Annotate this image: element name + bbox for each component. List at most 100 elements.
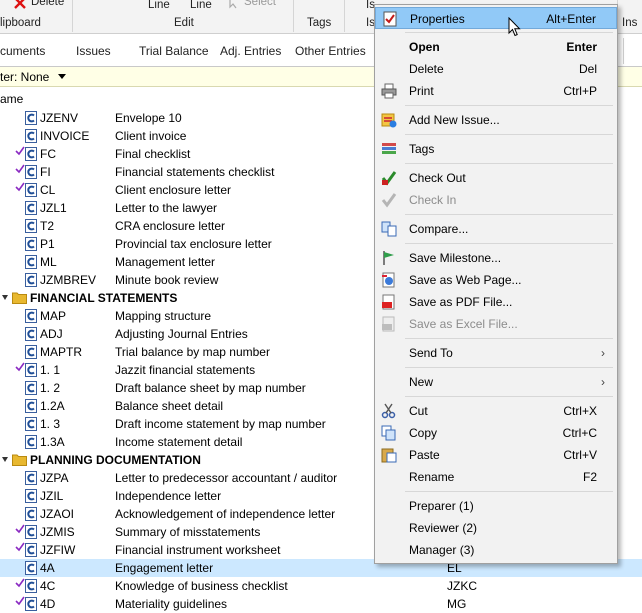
menu-item-cut[interactable]: Cut Ctrl+X <box>375 400 617 422</box>
menu-separator <box>405 243 613 244</box>
mouse-cursor-icon <box>508 17 521 37</box>
document-code: 1.3A <box>40 435 65 449</box>
menu-item-add-new-issue[interactable]: Add New Issue... <box>375 109 617 131</box>
document-icon <box>25 273 37 287</box>
filter-dropdown-icon[interactable] <box>58 74 66 79</box>
collapse-arrow-icon[interactable] <box>1 294 9 302</box>
document-code: JZPA <box>40 471 69 485</box>
scissors-icon <box>381 403 396 419</box>
document-icon <box>25 489 37 503</box>
document-description: Client enclosure letter <box>115 183 232 197</box>
collapse-arrow-icon[interactable] <box>1 456 9 464</box>
menu-item-save-as-pdf-file[interactable]: Save as PDF File... <box>375 291 617 313</box>
document-code: T2 <box>40 219 55 233</box>
delete-ribbon-button[interactable]: Delete <box>31 0 64 8</box>
menu-item-print[interactable]: Print Ctrl+P <box>375 80 617 102</box>
menu-item-label: Print <box>409 84 434 98</box>
menu-item-open[interactable]: Open Enter <box>375 36 617 58</box>
document-description: Materiality guidelines <box>115 597 228 611</box>
menu-item-preparer-1[interactable]: Preparer (1) <box>375 495 617 517</box>
document-code: JZAOI <box>40 507 75 521</box>
delete-x-icon <box>381 61 397 77</box>
menu-item-label: Manager (3) <box>409 543 475 557</box>
edit-group-label: Edit <box>174 17 194 29</box>
document-code: FI <box>40 165 51 179</box>
menu-item-manager-3[interactable]: Manager (3) <box>375 539 617 561</box>
menu-separator <box>405 491 613 492</box>
document-description: Financial statements checklist <box>115 165 275 179</box>
menu-item-label: Properties <box>410 12 465 26</box>
line-button-1[interactable]: Line <box>148 0 170 11</box>
column-header-name[interactable]: ame <box>0 92 23 106</box>
document-description: Balance sheet detail <box>115 399 224 413</box>
document-icon <box>25 525 37 539</box>
menu-item-label: Cut <box>409 404 428 418</box>
document-icon <box>25 255 37 269</box>
menu-item-reviewer-2[interactable]: Reviewer (2) <box>375 517 617 539</box>
tab-trial-balance[interactable]: Trial Balance <box>139 44 209 58</box>
menu-item-properties[interactable]: Properties Alt+Enter <box>375 7 617 29</box>
menu-item-tags[interactable]: Tags <box>375 138 617 160</box>
document-icon <box>25 417 37 431</box>
document-icon <box>25 219 37 233</box>
list-item[interactable]: 4C Knowledge of business checklist JZKC <box>0 577 642 595</box>
group-name: FINANCIAL STATEMENTS <box>30 291 178 305</box>
document-code: CL <box>40 183 56 197</box>
document-icon <box>25 165 37 179</box>
menu-item-compare[interactable]: Compare... <box>375 218 617 240</box>
document-code: INVOICE <box>40 129 90 143</box>
menu-item-save-milestone[interactable]: Save Milestone... <box>375 247 617 269</box>
menu-item-shortcut: Ctrl+P <box>563 84 597 98</box>
document-code: JZIL <box>40 489 64 503</box>
delete-x-icon[interactable] <box>14 0 26 9</box>
document-description: Summary of misstatements <box>115 525 261 539</box>
menu-item-label: Copy <box>409 426 438 440</box>
menu-item-label: Open <box>409 40 440 54</box>
menu-item-paste[interactable]: Paste Ctrl+V <box>375 444 617 466</box>
menu-item-save-as-web-page[interactable]: Save as Web Page... <box>375 269 617 291</box>
menu-item-label: Check In <box>409 193 457 207</box>
ribbon-separator <box>344 0 345 32</box>
document-icon <box>25 381 37 395</box>
menu-item-send-to[interactable]: Send To › <box>375 342 617 364</box>
document-description: Trial balance by map number <box>115 345 270 359</box>
menu-item-check-out[interactable]: Check Out <box>375 167 617 189</box>
line-button-2[interactable]: Line <box>190 0 212 11</box>
milestone-flag-icon <box>383 251 394 265</box>
menu-item-copy[interactable]: Copy Ctrl+C <box>375 422 617 444</box>
checklist-icon <box>383 11 397 27</box>
menu-separator <box>405 214 613 215</box>
document-code: JZMBREV <box>40 273 97 287</box>
document-description: Independence letter <box>115 489 222 503</box>
select-ribbon-button[interactable]: Select <box>244 0 276 8</box>
tab-documents[interactable]: cuments <box>0 44 45 58</box>
menu-item-label: Save as Web Page... <box>409 273 522 287</box>
menu-item-label: Save Milestone... <box>409 251 502 265</box>
list-item[interactable]: 4D Materiality guidelines MG <box>0 595 642 613</box>
document-description: Financial instrument worksheet <box>115 543 281 557</box>
document-code: 1. 3 <box>40 417 61 431</box>
select-cursor-icon <box>229 0 237 9</box>
document-code: 4D <box>40 597 56 611</box>
document-code: ML <box>40 255 57 269</box>
document-description: Letter to the lawyer <box>115 201 218 215</box>
document-icon <box>25 201 37 215</box>
menu-item-delete[interactable]: Delete Del <box>375 58 617 80</box>
tab-other-entries[interactable]: Other Entries <box>295 44 366 58</box>
web-page-icon <box>382 272 395 288</box>
tab-adj-entries[interactable]: Adj. Entries <box>220 44 281 58</box>
menu-item-new[interactable]: New › <box>375 371 617 393</box>
tab-issues[interactable]: Issues <box>76 44 111 58</box>
document-code: 4C <box>40 579 56 593</box>
document-code: P1 <box>40 237 55 251</box>
document-description: Income statement detail <box>115 435 243 449</box>
menu-item-shortcut: Ctrl+V <box>563 448 597 462</box>
menu-item-rename[interactable]: Rename F2 <box>375 466 617 488</box>
document-icon <box>25 237 37 251</box>
document-description: Knowledge of business checklist <box>115 579 288 593</box>
menu-item-save-as-excel-file: Save as Excel File... <box>375 313 617 335</box>
copy-icon <box>381 425 396 441</box>
document-icon <box>25 561 37 575</box>
document-description: Adjusting Journal Entries <box>115 327 248 341</box>
document-description: Final checklist <box>115 147 191 161</box>
